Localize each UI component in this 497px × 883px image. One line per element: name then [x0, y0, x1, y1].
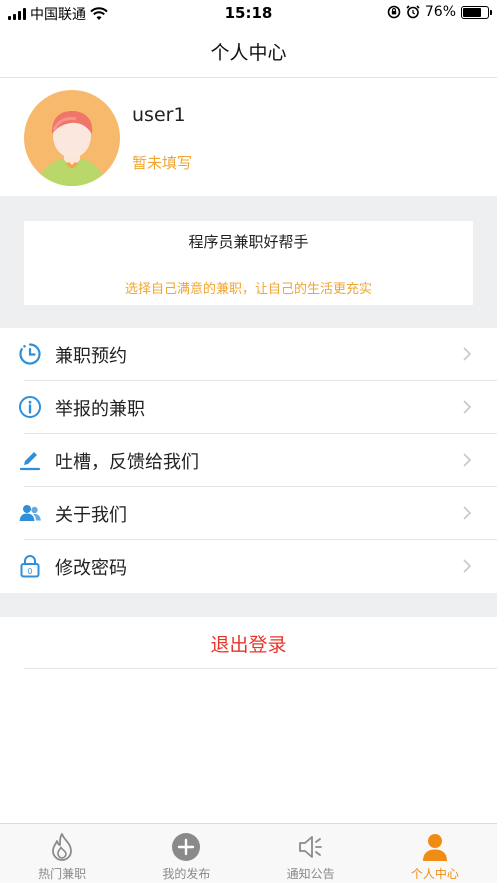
profile-section[interactable]: user1 暂未填写: [0, 78, 497, 196]
edit-icon: [19, 452, 41, 471]
section-divider: [0, 593, 497, 617]
lock-icon: 0: [20, 555, 40, 578]
logout-label: 退出登录: [210, 634, 287, 656]
banner-subtitle: 选择自己满意的兼职，让自己的生活更充实: [124, 282, 372, 297]
battery-icon: [461, 5, 492, 19]
chevron-right-icon: [463, 559, 472, 573]
username: user1: [132, 104, 186, 126]
users-icon: [19, 505, 41, 521]
chevron-right-icon: [463, 453, 472, 467]
tab-hot-jobs[interactable]: 热门兼职: [0, 824, 124, 883]
battery-percent: 76%: [424, 4, 456, 20]
menu-label: 举报的兼职: [55, 399, 145, 420]
tab-profile[interactable]: 个人中心: [373, 824, 497, 883]
menu-item-appointments[interactable]: 兼职预约: [0, 328, 497, 381]
nav-bar: 个人中心: [0, 26, 497, 78]
menu-item-feedback[interactable]: 吐槽，反馈给我们: [0, 434, 497, 487]
svg-text:0: 0: [28, 567, 33, 576]
plus-circle-icon: [172, 833, 201, 861]
flame-icon: [52, 833, 73, 861]
chevron-right-icon: [463, 347, 472, 361]
rotation-lock-icon: [387, 5, 401, 19]
tab-bar: 热门兼职 我的发布 通知公告 个人中心: [0, 823, 497, 883]
tab-my-posts[interactable]: 我的发布: [124, 824, 248, 883]
menu-list: 兼职预约 举报的兼职 吐槽，反馈给我们 关于我们 0 修改密码: [0, 328, 497, 593]
status-bar: 中国联通 15:18 76%: [0, 0, 497, 26]
tab-label: 通知公告: [286, 867, 335, 881]
chevron-right-icon: [463, 400, 472, 414]
menu-item-about[interactable]: 关于我们: [0, 487, 497, 540]
banner-card: 程序员兼职好帮手 选择自己满意的兼职，让自己的生活更充实: [24, 221, 473, 305]
alarm-icon: [406, 5, 420, 19]
clock-icon: [19, 343, 41, 365]
menu-label: 修改密码: [55, 558, 127, 579]
menu-label: 关于我们: [55, 505, 127, 526]
avatar[interactable]: [24, 90, 120, 186]
tab-announcements[interactable]: 通知公告: [249, 824, 373, 883]
menu-item-change-password[interactable]: 0 修改密码: [0, 540, 497, 593]
tab-label: 我的发布: [162, 867, 211, 881]
chevron-right-icon: [463, 506, 472, 520]
person-icon: [422, 834, 447, 861]
menu-label: 吐槽，反馈给我们: [55, 452, 199, 473]
page-title: 个人中心: [210, 42, 287, 64]
speaker-icon: [298, 836, 322, 858]
menu-label: 兼职预约: [55, 346, 127, 367]
tab-label: 个人中心: [410, 867, 459, 881]
banner-title: 程序员兼职好帮手: [188, 233, 309, 251]
menu-item-reports[interactable]: 举报的兼职: [0, 381, 497, 434]
logout-button[interactable]: 退出登录: [0, 617, 497, 669]
status-right: 76%: [387, 4, 492, 20]
tab-label: 热门兼职: [38, 867, 87, 881]
info-icon: [19, 396, 41, 418]
profile-subtitle: 暂未填写: [132, 154, 193, 172]
